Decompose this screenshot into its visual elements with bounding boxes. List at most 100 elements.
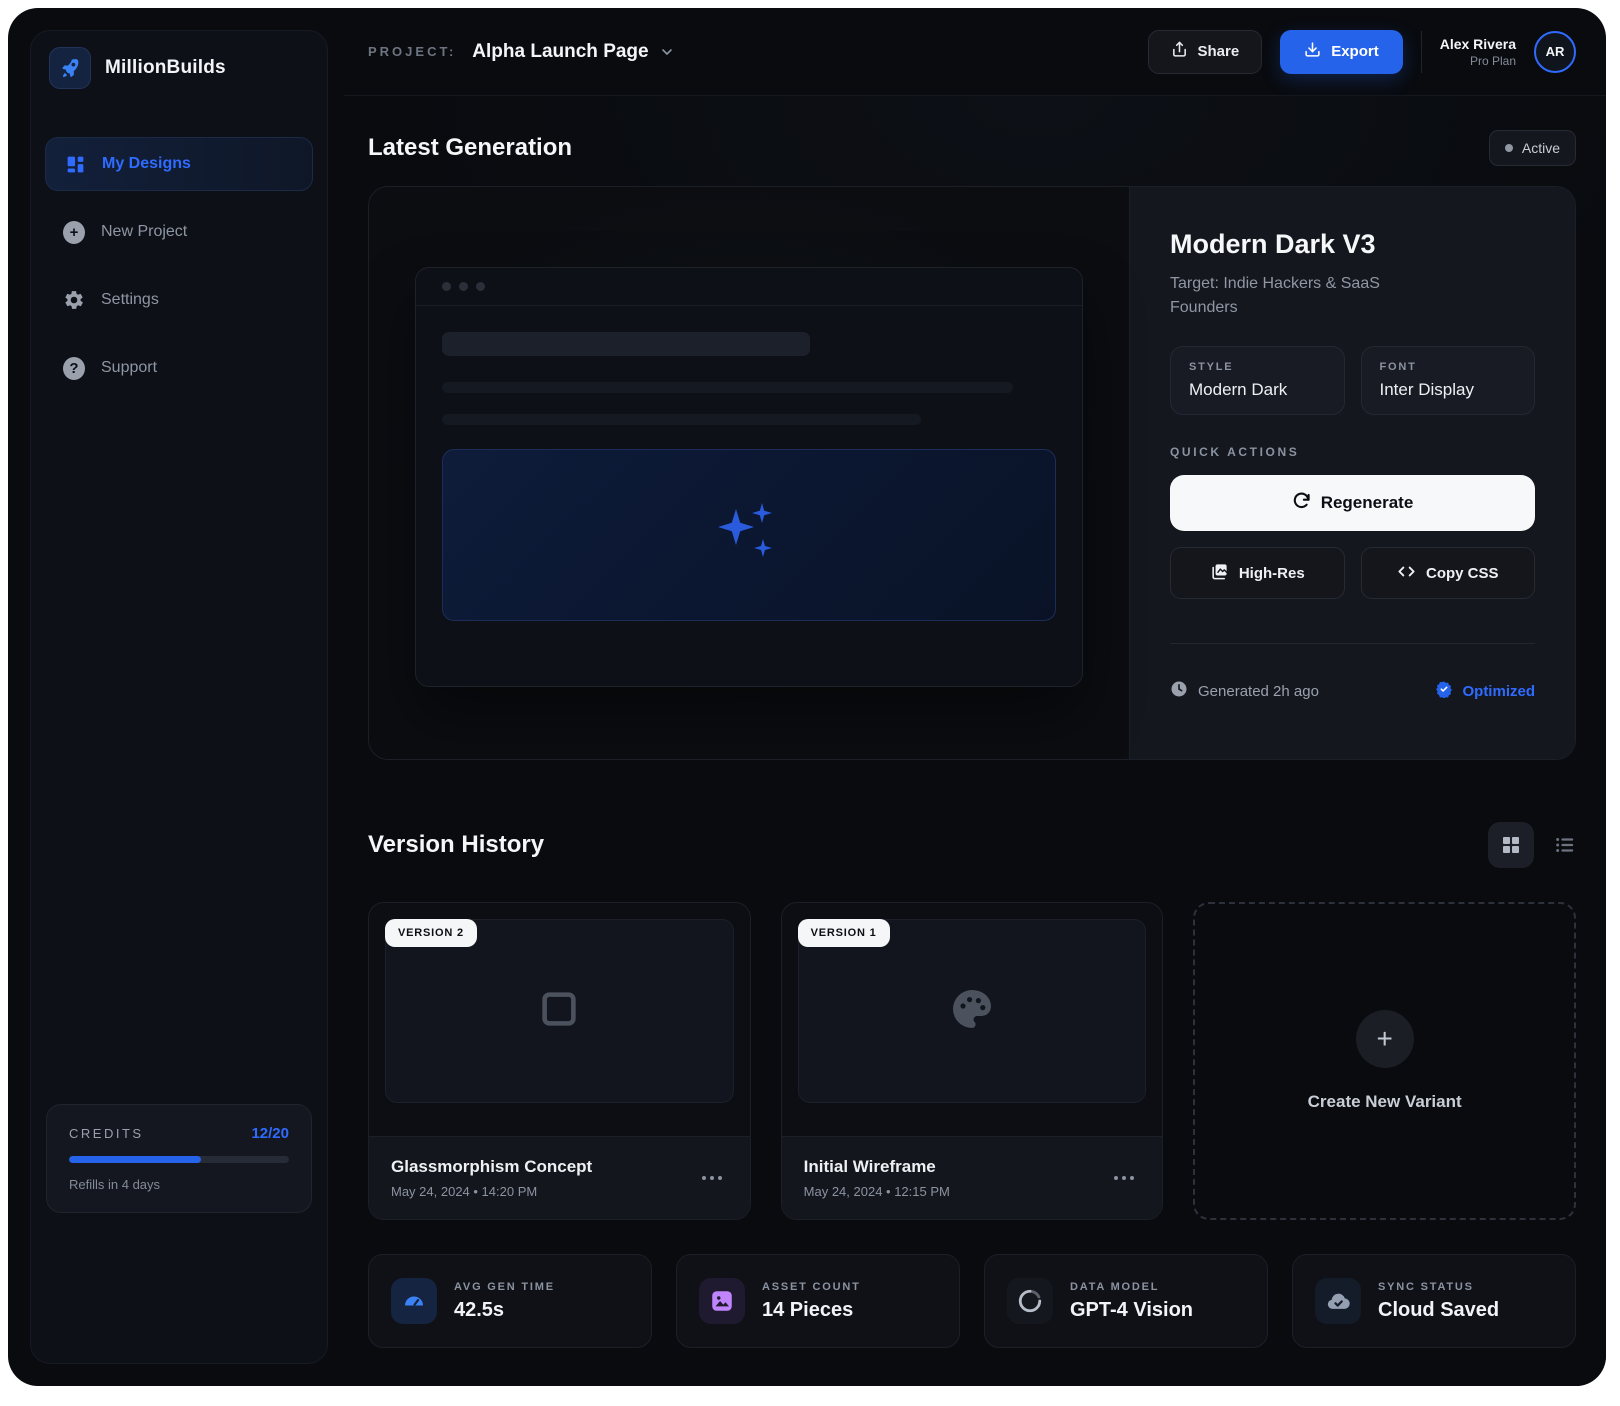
sidebar-nav: My Designs + New Project Settings: [31, 137, 327, 395]
refresh-icon: [1292, 491, 1311, 515]
user-info: Alex Rivera Pro Plan: [1440, 36, 1516, 68]
font-value: Inter Display: [1380, 380, 1517, 400]
plus-circle-icon: +: [63, 221, 85, 243]
create-new-variant-label: Create New Variant: [1308, 1092, 1462, 1112]
font-label: FONT: [1380, 361, 1517, 373]
gear-icon: [63, 289, 85, 311]
window-outline-icon: [536, 986, 582, 1037]
window-dot-icon: [442, 282, 451, 291]
browser-titlebar: [416, 268, 1082, 306]
version-date: May 24, 2024 • 14:20 PM: [391, 1184, 592, 1199]
quick-actions-label: QUICK ACTIONS: [1170, 445, 1535, 459]
rocket-icon: [49, 47, 91, 89]
credits-label: CREDITS: [69, 1126, 144, 1141]
sidebar-item-new-project[interactable]: + New Project: [45, 205, 313, 259]
version-grid: VERSION 2 Glassmorphism Concept: [368, 902, 1576, 1220]
copy-css-label: Copy CSS: [1426, 565, 1499, 582]
version-date: May 24, 2024 • 12:15 PM: [804, 1184, 950, 1199]
credits-card: CREDITS 12/20 Refills in 4 days: [46, 1104, 312, 1213]
app-title: MillionBuilds: [105, 57, 226, 79]
export-label: Export: [1331, 43, 1379, 60]
status-badge: Active: [1489, 130, 1576, 166]
high-res-label: High-Res: [1239, 565, 1305, 582]
project-label: PROJECT:: [368, 44, 456, 59]
chevron-down-icon: [659, 44, 675, 60]
loader-icon: [1007, 1278, 1053, 1324]
design-title: Modern Dark V3: [1170, 229, 1535, 260]
style-value: Modern Dark: [1189, 380, 1326, 400]
image-stack-icon: [1210, 562, 1229, 585]
version-card-footer: Glassmorphism Concept May 24, 2024 • 14:…: [369, 1136, 750, 1219]
project-selector[interactable]: Alpha Launch Page: [472, 41, 648, 63]
more-options-icon[interactable]: [1108, 1170, 1140, 1186]
page: MillionBuilds My Designs: [0, 0, 1620, 1406]
share-label: Share: [1198, 43, 1240, 60]
question-circle-icon: ?: [63, 357, 85, 379]
more-options-icon[interactable]: [696, 1170, 728, 1186]
stats-row: AVG GEN TIME 42.5s: [368, 1254, 1576, 1348]
high-res-button[interactable]: High-Res: [1170, 547, 1345, 599]
skeleton-hero: [442, 449, 1056, 621]
credits-progress-fill: [69, 1156, 201, 1163]
panel-divider: [1170, 643, 1535, 644]
export-button[interactable]: Export: [1280, 30, 1403, 74]
browser-mockup: [415, 267, 1083, 687]
version-card-1[interactable]: VERSION 1: [781, 902, 1164, 1220]
palette-icon: [948, 985, 996, 1038]
skeleton-line: [442, 414, 921, 425]
sidebar-item-label: My Designs: [102, 155, 191, 173]
font-chip: FONT Inter Display: [1361, 346, 1536, 415]
dashboard-grid-icon: [64, 153, 86, 175]
version-badge: VERSION 1: [798, 919, 890, 947]
version-history-title: Version History: [368, 831, 544, 859]
version-card-footer: Initial Wireframe May 24, 2024 • 12:15 P…: [782, 1136, 1163, 1219]
create-new-variant-button[interactable]: + Create New Variant: [1193, 902, 1576, 1220]
window-dot-icon: [476, 282, 485, 291]
topbar-divider: [1421, 31, 1422, 73]
list-view-button[interactable]: [1554, 834, 1576, 856]
copy-css-button[interactable]: Copy CSS: [1361, 547, 1536, 599]
verified-badge-icon: [1435, 680, 1453, 702]
sidebar-item-label: Support: [101, 359, 157, 377]
credits-refill-note: Refills in 4 days: [69, 1177, 289, 1192]
version-title: Initial Wireframe: [804, 1157, 950, 1177]
skeleton-line: [442, 382, 1013, 393]
user-plan: Pro Plan: [1440, 54, 1516, 68]
skeleton-navbar: [442, 332, 810, 356]
stat-sync-status: SYNC STATUS Cloud Saved: [1292, 1254, 1576, 1348]
stat-asset-count: ASSET COUNT 14 Pieces: [676, 1254, 960, 1348]
logo: MillionBuilds: [31, 31, 327, 89]
plus-icon: +: [1356, 1010, 1414, 1068]
sidebar-item-settings[interactable]: Settings: [45, 273, 313, 327]
share-icon: [1171, 41, 1188, 62]
download-icon: [1304, 41, 1321, 62]
credits-value: 12/20: [251, 1125, 289, 1142]
content: Latest Generation Active: [344, 96, 1606, 1386]
status-badge-label: Active: [1522, 140, 1560, 156]
regenerate-button[interactable]: Regenerate: [1170, 475, 1535, 531]
sparkles-icon: [712, 501, 786, 570]
generated-note: Generated 2h ago: [1170, 680, 1319, 702]
grid-view-button[interactable]: [1488, 822, 1534, 868]
user-name: Alex Rivera: [1440, 36, 1516, 52]
sidebar-item-label: Settings: [101, 291, 159, 309]
main-zone: PROJECT: Alpha Launch Page Share: [344, 8, 1606, 1386]
view-toggle: [1488, 822, 1576, 868]
version-title: Glassmorphism Concept: [391, 1157, 592, 1177]
code-icon: [1397, 562, 1416, 585]
sidebar-item-support[interactable]: ? Support: [45, 341, 313, 395]
sidebar-item-my-designs[interactable]: My Designs: [45, 137, 313, 191]
design-preview: [369, 187, 1129, 759]
design-info-panel: Modern Dark V3 Target: Indie Hackers & S…: [1129, 187, 1575, 759]
latest-generation-card: Modern Dark V3 Target: Indie Hackers & S…: [368, 186, 1576, 760]
avatar[interactable]: AR: [1534, 31, 1576, 73]
style-chip: STYLE Modern Dark: [1170, 346, 1345, 415]
share-button[interactable]: Share: [1148, 30, 1263, 74]
latest-generation-title: Latest Generation: [368, 134, 572, 162]
gauge-icon: [391, 1278, 437, 1324]
topbar: PROJECT: Alpha Launch Page Share: [344, 8, 1606, 96]
version-card-2[interactable]: VERSION 2 Glassmorphism Concept: [368, 902, 751, 1220]
credits-progress: [69, 1156, 289, 1163]
app-window: MillionBuilds My Designs: [8, 8, 1606, 1386]
window-dot-icon: [459, 282, 468, 291]
